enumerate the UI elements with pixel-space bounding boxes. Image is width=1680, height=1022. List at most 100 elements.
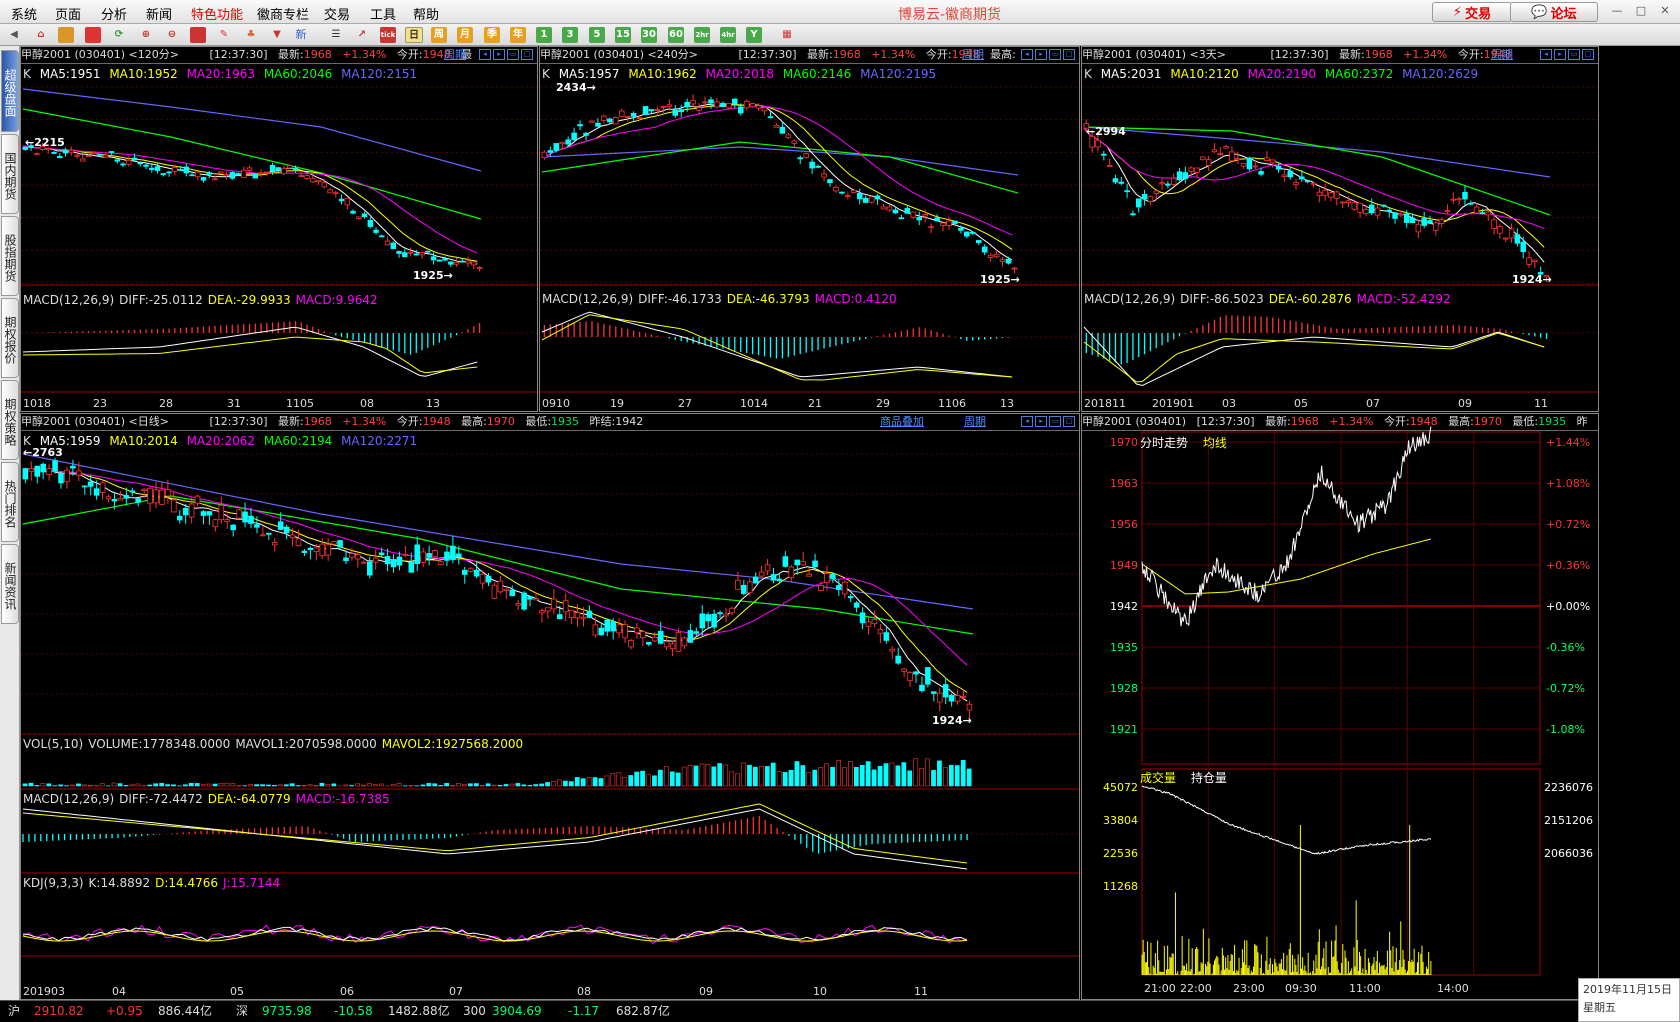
- period-season-button[interactable]: 季: [484, 27, 500, 43]
- calculator-icon[interactable]: ▦: [779, 27, 795, 43]
- menu-page[interactable]: 页面: [55, 4, 81, 23]
- sidebar-tab-index-futures[interactable]: 股指期货: [1, 216, 19, 296]
- sidebar-tab-super-board[interactable]: 超级盘面: [1, 50, 19, 132]
- tick-icon[interactable]: tick: [380, 27, 396, 43]
- candle-body: [1520, 241, 1526, 253]
- candle-body: [420, 551, 426, 563]
- candle-body: [129, 490, 136, 493]
- pen-icon[interactable]: ✎: [216, 27, 232, 43]
- minimize-icon[interactable]: —: [1610, 4, 1624, 18]
- chart-panel-intraday[interactable]: 甲醇2001 (030401) [12:37:30] 最新:1968 +1.34…: [1081, 413, 1599, 1000]
- candle-body: [1153, 190, 1159, 194]
- menu-news[interactable]: 新闻: [146, 4, 172, 23]
- candle-body: [212, 519, 219, 527]
- chart-panel-120min[interactable]: 甲醇2001 (030401) <120分> [12:37:30] 最新:196…: [20, 46, 538, 412]
- candle-body: [687, 630, 694, 643]
- candlestick-chart[interactable]: [21, 47, 538, 412]
- x-tick: 19: [610, 397, 624, 410]
- menu-help[interactable]: 帮助: [413, 4, 439, 23]
- sidebar-tab-option-strategy[interactable]: 期权策略: [1, 380, 19, 460]
- candle-body: [1223, 146, 1229, 149]
- candle-body: [407, 251, 414, 254]
- maximize-icon[interactable]: □: [1634, 4, 1648, 18]
- candle-body: [218, 504, 225, 521]
- period-custom-button[interactable]: Y: [746, 27, 762, 43]
- period-month-button[interactable]: 月: [457, 27, 473, 43]
- sidebar-tab-domestic-futures[interactable]: 国内期货: [1, 134, 19, 214]
- candle-body: [1433, 222, 1439, 231]
- period-year-button[interactable]: 年: [510, 27, 526, 43]
- home-icon[interactable]: ⌂: [33, 27, 49, 43]
- period-week-button[interactable]: 周: [431, 27, 447, 43]
- period-15m-button[interactable]: 15: [615, 27, 631, 43]
- period-2hr-button[interactable]: 2hr: [694, 27, 710, 43]
- candle-body: [1351, 202, 1358, 210]
- folder-icon[interactable]: [58, 27, 74, 43]
- sidebar-tab-option-quotes[interactable]: 期权报价: [1, 298, 19, 378]
- volume-bar: [272, 784, 277, 787]
- candle-body: [57, 156, 63, 159]
- candle-body: [1369, 204, 1375, 214]
- candle-body: [553, 143, 560, 151]
- volume-legend: 成交量 持仓量: [1140, 769, 1232, 786]
- diff-label: DIFF:-25.0112: [119, 293, 203, 307]
- menu-column[interactable]: 徽商专栏: [257, 4, 309, 23]
- period-60m-button[interactable]: 60: [668, 27, 684, 43]
- intraday-chart[interactable]: 1970 1963 1956 1949 1942 1935 1928 1921 +1.44% +1…: [1082, 414, 1599, 1000]
- refresh-icon[interactable]: ⟳: [111, 27, 127, 43]
- candlestick-chart[interactable]: [21, 414, 1080, 1000]
- menu-trade[interactable]: 交易: [324, 4, 350, 23]
- period-3m-button[interactable]: 3: [562, 27, 578, 43]
- x-tick: 10: [813, 985, 827, 998]
- chart-panel-240min[interactable]: 甲醇2001 (030401) <240分> [12:37:30] 最新:196…: [539, 46, 1080, 412]
- trade-button[interactable]: ⚡ 交易: [1432, 2, 1512, 22]
- new-button[interactable]: 新: [293, 27, 309, 43]
- candle-body: [1176, 171, 1183, 181]
- candle-body: [613, 117, 619, 125]
- zoom-in-icon[interactable]: ⊕: [138, 27, 154, 43]
- candle-body: [1011, 267, 1018, 270]
- candle-body: [731, 98, 738, 105]
- menu-features[interactable]: 特色功能: [191, 4, 243, 23]
- volume-title: 成交量: [1140, 771, 1177, 785]
- candle-body: [444, 551, 450, 561]
- list-icon[interactable]: ☰: [328, 27, 344, 43]
- period-5m-button[interactable]: 5: [589, 27, 605, 43]
- volume-bar: [76, 783, 81, 787]
- menu-tools[interactable]: 工具: [370, 4, 396, 23]
- line-chart-icon[interactable]: ↗: [354, 27, 370, 43]
- menu-system[interactable]: 系统: [11, 4, 37, 23]
- bell-icon[interactable]: ♣: [243, 27, 259, 43]
- stop-icon[interactable]: [190, 27, 206, 43]
- quote-icon[interactable]: [85, 27, 101, 43]
- candlestick-chart[interactable]: [1082, 47, 1599, 412]
- candlestick-chart[interactable]: [540, 47, 1080, 412]
- candle-body: [663, 641, 670, 648]
- sidebar-tab-hot-ranking[interactable]: 热门排名: [1, 462, 19, 542]
- kdj-k-value: K:14.8892: [88, 876, 151, 890]
- zoom-out-icon[interactable]: ⊖: [164, 27, 180, 43]
- chart-panel-daily[interactable]: 甲醇2001 (030401) <日线> [12:37:30] 最新:1968 …: [20, 413, 1080, 1000]
- period-1m-button[interactable]: 1: [536, 27, 552, 43]
- candle-body: [630, 113, 637, 117]
- candle-body: [636, 117, 643, 119]
- menu-analysis[interactable]: 分析: [101, 4, 127, 23]
- back-icon[interactable]: ◀: [6, 27, 22, 43]
- candle-body: [275, 167, 281, 171]
- close-icon[interactable]: ✕: [1658, 4, 1672, 18]
- chart-panel-3day[interactable]: 甲醇2001 (030401) <3天> [12:37:30] 最新:1968 …: [1081, 46, 1599, 412]
- x-tick: 06: [340, 985, 354, 998]
- forum-button[interactable]: 💬 论坛: [1510, 2, 1598, 22]
- sidebar-tab-news[interactable]: 新闻资讯: [1, 544, 19, 624]
- funnel-icon[interactable]: ▼: [269, 27, 285, 43]
- period-day-button[interactable]: 日: [405, 27, 423, 43]
- candle-body: [503, 588, 510, 591]
- period-4hr-button[interactable]: 4hr: [720, 27, 736, 43]
- candle-body: [922, 214, 928, 217]
- candle-body: [1386, 209, 1392, 212]
- volume-bar: [396, 783, 402, 787]
- volume-bar: [58, 784, 64, 787]
- period-30m-button[interactable]: 30: [641, 27, 657, 43]
- candle-body: [442, 258, 448, 261]
- volume-bar: [88, 785, 93, 787]
